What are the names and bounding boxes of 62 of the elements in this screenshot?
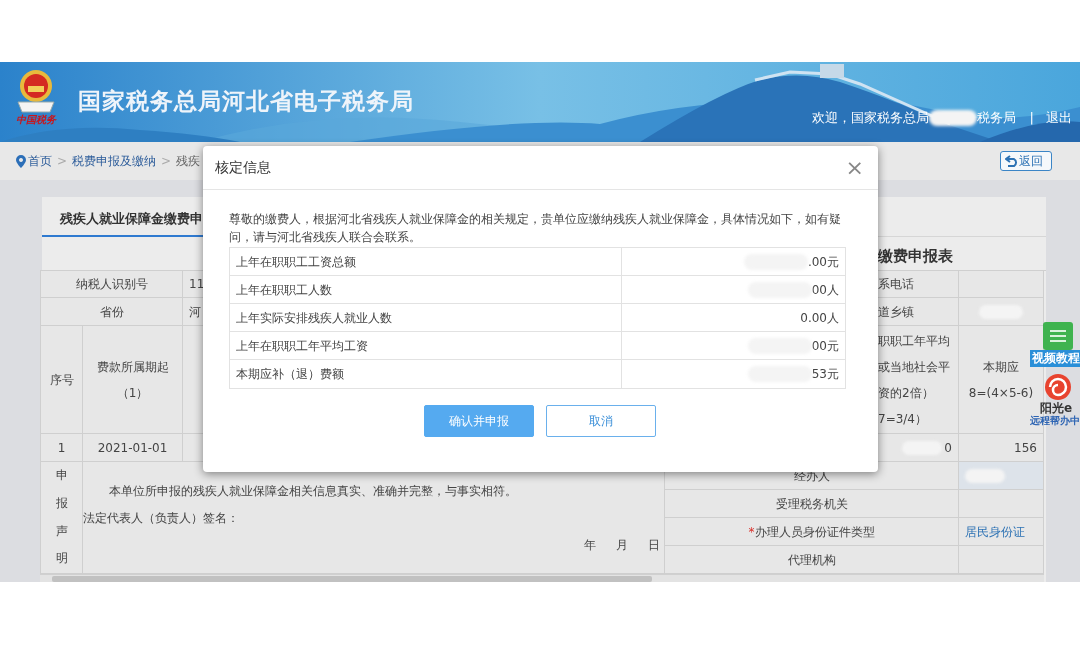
date-label: 年: [584, 537, 596, 554]
form-title: 缴费申报表: [878, 247, 953, 266]
table-cell-text: 00人: [811, 281, 839, 299]
welcome-text: 税务局: [976, 109, 1016, 128]
close-button[interactable]: ×: [843, 157, 866, 178]
cell-text: 本期应: [983, 358, 1019, 376]
table-cell: 上年在职职工人数: [230, 276, 622, 303]
breadcrumb-link[interactable]: 首页: [28, 152, 52, 170]
cell-text: 0: [944, 439, 952, 457]
table-cell: 纳税人识别号: [41, 271, 183, 298]
swirl-logo-icon: [1044, 373, 1072, 401]
table-cell: 省份: [41, 298, 183, 326]
cell-text: 费款所属期起: [96, 358, 169, 376]
table-cell: 156: [959, 434, 1044, 462]
logo-text: 中国税务: [15, 114, 56, 126]
field-label: 代理机构: [787, 551, 836, 569]
location-pin-icon: [16, 154, 26, 168]
site-title: 国家税务总局河北省电子税务局: [78, 87, 414, 116]
cell-text: 7=3/4）: [878, 410, 927, 428]
cell-text: 8=(4×5-6): [968, 384, 1034, 402]
divider-text: |: [1029, 109, 1034, 128]
confirm-button[interactable]: 确认并申报: [424, 405, 534, 437]
table-cell-text: .00元: [807, 253, 839, 271]
return-icon: [1005, 155, 1019, 167]
breadcrumb-link[interactable]: 税费申报及缴纳: [72, 152, 157, 170]
table-cell: 上年在职职工工资总额: [230, 248, 622, 275]
signature-label: 法定代表人（负责人）签名：: [83, 510, 240, 527]
field-label: 办理人员身份证件类型: [754, 523, 875, 541]
table-cell: 上年在职职工年平均工资: [230, 332, 622, 359]
welcome-text: 欢迎，国家税务总局: [811, 109, 929, 128]
video-tutorial-button[interactable]: 视频教程: [1030, 350, 1080, 367]
document-icon[interactable]: [1043, 322, 1073, 350]
cell-text: 或当地社会平: [878, 358, 950, 376]
dialog-title: 核定信息: [215, 158, 271, 178]
table-cell: 上年实际安排残疾人就业人数: [230, 304, 622, 331]
horizontal-scrollbar[interactable]: [40, 574, 1044, 582]
brand-text: 阳光e: [1039, 401, 1073, 415]
field-label: 受理税务机关: [775, 495, 848, 513]
table-cell: 1: [41, 434, 83, 462]
dialog-message: 尊敬的缴费人，根据河北省残疾人就业保障金的相关规定，贵单位应缴纳残疾人就业保障金，具体情况如下，如有疑问，请与河北省残疾人联合会联系。: [229, 211, 842, 246]
breadcrumb-current: 残疾: [176, 153, 201, 170]
logout-link[interactable]: 退出: [1046, 108, 1072, 128]
declaration-heading: 申报声明: [55, 467, 68, 568]
breadcrumb-separator: >: [57, 153, 68, 170]
cancel-button[interactable]: 取消: [546, 405, 656, 437]
date-label: 日: [648, 537, 660, 554]
required-mark: *: [748, 523, 755, 541]
cell-text: 资的2倍）: [878, 384, 934, 402]
breadcrumb-separator: >: [161, 153, 172, 170]
table-cell-text: 53元: [811, 366, 839, 383]
cell-text: 职职工年平均: [878, 332, 950, 350]
back-button[interactable]: 返回: [1000, 151, 1052, 171]
declaration-text: 本单位所申报的残疾人就业保障金相关信息真实、准确并完整，与事实相符。: [108, 483, 518, 500]
table-cell: 2021-01-01: [83, 434, 183, 462]
table-cell-text: 0.00人: [800, 309, 839, 327]
table-cell: 本期应补（退）费额: [230, 360, 622, 388]
date-label: 月: [616, 537, 628, 554]
table-cell-text: 00元: [811, 337, 839, 355]
table-cell: 序号: [41, 326, 83, 434]
cell-text: （1）: [116, 384, 149, 402]
field-value: 居民身份证: [965, 523, 1025, 541]
caption-text: 远程帮办中: [1030, 415, 1080, 427]
